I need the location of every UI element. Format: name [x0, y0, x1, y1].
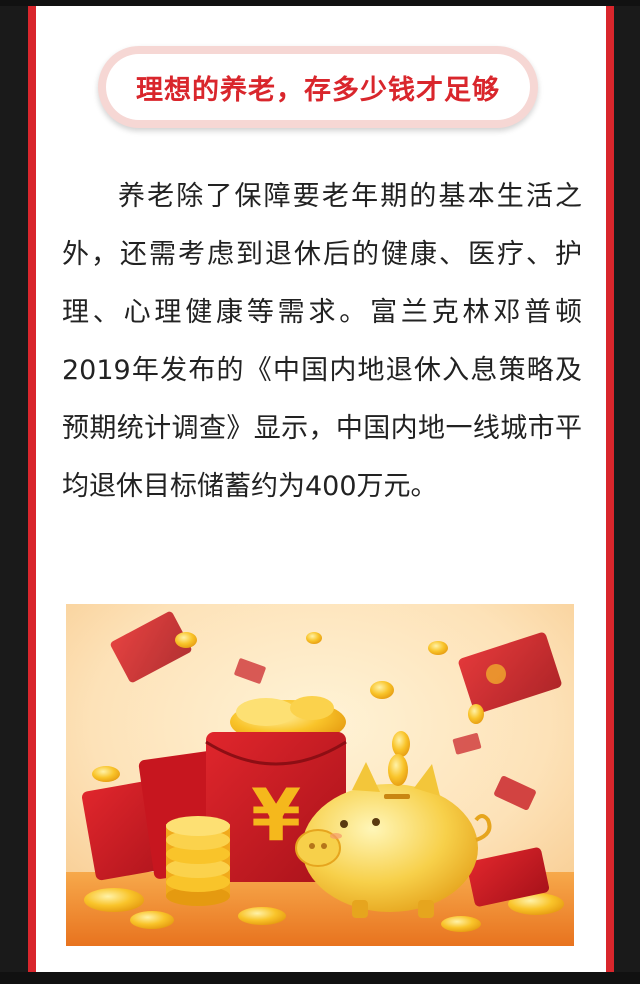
gold-coin-icon	[166, 816, 230, 906]
section-title-inner: 理想的养老，存多少钱才足够	[106, 54, 530, 120]
bottom-edge	[0, 972, 640, 984]
right-red-border	[606, 6, 614, 972]
section-title-banner: 理想的养老，存多少钱才足够	[98, 46, 538, 128]
screenshot-page: 理想的养老，存多少钱才足够 养老除了保障要老年期的基本生活之外，还需考虑到退休后…	[0, 0, 640, 984]
section-title: 理想的养老，存多少钱才足够	[136, 74, 500, 106]
article-paragraph: 养老除了保障要老年期的基本生活之外，还需考虑到退休后的健康、医疗、护理、心理健康…	[62, 181, 582, 502]
left-red-border	[28, 6, 36, 972]
yuan-symbol: ¥	[251, 773, 301, 857]
gold-coin-icon	[388, 754, 408, 786]
savings-illustration: ¥	[66, 604, 574, 946]
